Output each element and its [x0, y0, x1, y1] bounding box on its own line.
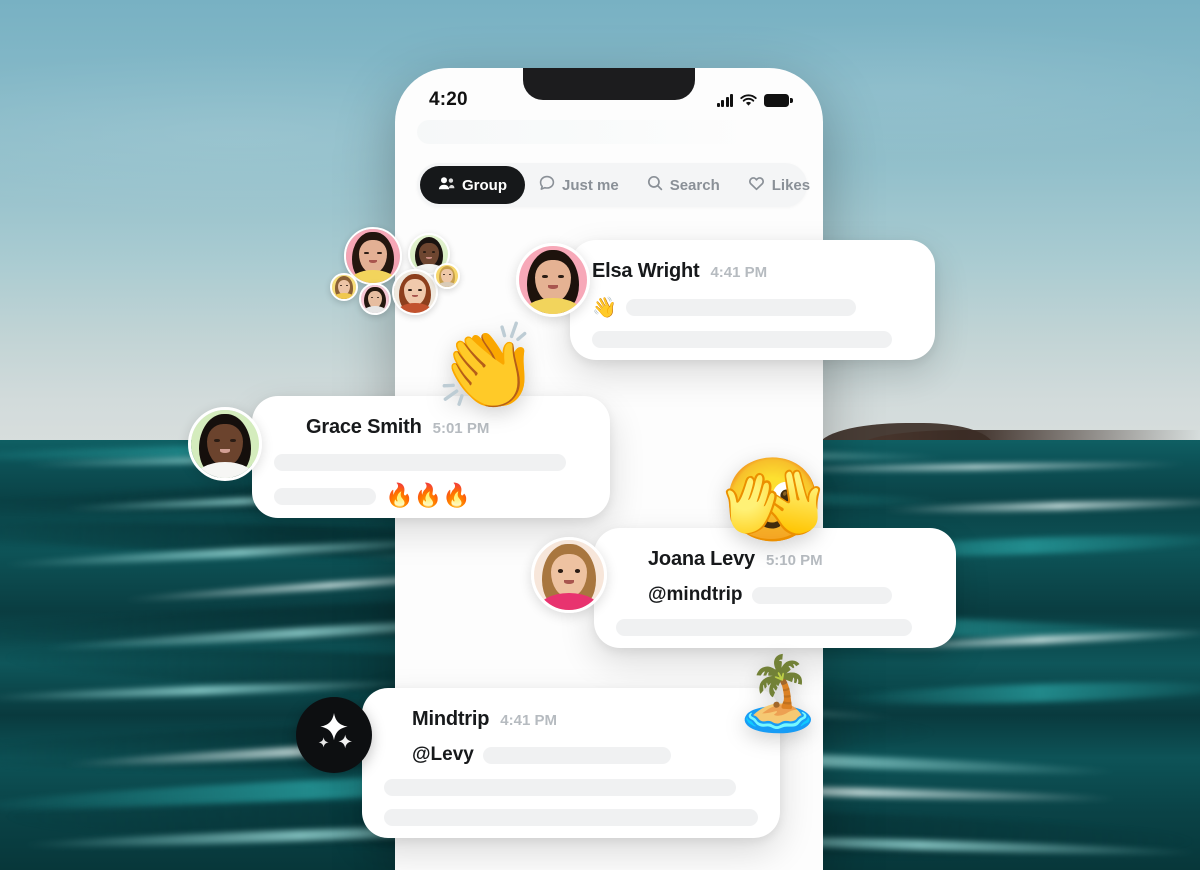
- message-line: 🔥🔥🔥: [274, 485, 588, 508]
- search-icon: [647, 175, 663, 195]
- status-bar: 4:20: [395, 86, 823, 114]
- message-card-elsa-wright[interactable]: Elsa Wright 4:41 PM 👋: [570, 240, 935, 360]
- message-line: [384, 779, 758, 796]
- mention-mindtrip[interactable]: @mindtrip: [648, 584, 743, 606]
- message-header: Joana Levy 5:10 PM: [616, 548, 934, 571]
- avatar-4[interactable]: [359, 283, 391, 315]
- wifi-icon: [740, 93, 757, 107]
- message-text-placeholder: [384, 809, 758, 826]
- avatar-elsa-wright[interactable]: [516, 243, 590, 317]
- message-timestamp: 5:10 PM: [765, 552, 823, 569]
- marketing-hero-screenshot: 4:20 Group Just me Search Likes Elsa Wri…: [0, 0, 1200, 870]
- tab-group-label: Group: [462, 176, 507, 194]
- avatar-6[interactable]: [434, 263, 460, 289]
- message-header: Elsa Wright 4:41 PM: [592, 260, 913, 283]
- tab-group[interactable]: Group: [420, 166, 525, 204]
- filter-tab-bar: Group Just me Search Likes: [417, 163, 810, 207]
- tab-just-me-label: Just me: [562, 176, 619, 194]
- message-line: [384, 809, 758, 826]
- desert-island-emoji: 🏝️: [733, 651, 823, 735]
- message-text-placeholder: [482, 746, 671, 764]
- message-text-placeholder: [625, 298, 856, 316]
- signal-icon: [716, 93, 733, 107]
- message-text-placeholder: [616, 619, 912, 636]
- message-timestamp: 5:01 PM: [432, 420, 490, 437]
- avatar-3[interactable]: [330, 273, 358, 301]
- avatar-grace-smith[interactable]: [188, 407, 262, 481]
- avatar-5[interactable]: [392, 269, 438, 315]
- fire-emoji: 🔥🔥🔥: [385, 483, 471, 509]
- message-header: Grace Smith 5:01 PM: [274, 416, 588, 439]
- message-author: Elsa Wright: [592, 260, 700, 282]
- clapping-hands-emoji: 👏: [435, 318, 540, 416]
- tab-likes[interactable]: Likes: [734, 166, 823, 204]
- battery-icon: [764, 93, 793, 107]
- message-card-mindtrip[interactable]: Mindtrip 4:41 PM @Levy: [362, 688, 780, 838]
- avatar-cluster: [330, 225, 460, 325]
- message-text-placeholder: [384, 779, 736, 796]
- status-bar-icons: [716, 93, 793, 107]
- message-text-placeholder: [274, 488, 376, 505]
- message-text-placeholder: [751, 586, 892, 604]
- sparkle-icon: [310, 709, 358, 762]
- message-timestamp: 4:41 PM: [500, 712, 557, 729]
- search-field-placeholder[interactable]: [417, 120, 747, 144]
- chat-bubble-icon: [539, 175, 555, 195]
- heart-icon: [748, 176, 765, 195]
- message-line: 👋: [592, 297, 913, 317]
- message-line: [274, 454, 588, 471]
- avatar-joana-levy[interactable]: [531, 537, 607, 613]
- tab-search-label: Search: [669, 176, 720, 194]
- message-author: Joana Levy: [648, 548, 755, 570]
- message-header: Mindtrip 4:41 PM: [384, 708, 758, 731]
- message-card-grace-smith[interactable]: Grace Smith 5:01 PM 🔥🔥🔥: [252, 396, 610, 518]
- message-line: [592, 331, 913, 348]
- message-text-placeholder: [592, 331, 892, 348]
- message-timestamp: 4:41 PM: [710, 264, 768, 281]
- status-bar-time: 4:20: [429, 89, 468, 110]
- tab-likes-label: Likes: [771, 176, 811, 194]
- mention-levy[interactable]: @Levy: [412, 744, 474, 766]
- message-author: Grace Smith: [306, 416, 422, 438]
- waving-hand-emoji: 👋: [592, 295, 617, 319]
- avatar-mindtrip[interactable]: [296, 697, 372, 773]
- message-text-placeholder: [274, 454, 566, 471]
- message-line: @mindtrip: [616, 584, 934, 606]
- message-line: [616, 619, 934, 636]
- people-icon: [438, 176, 455, 195]
- tab-just-me[interactable]: Just me: [525, 166, 633, 204]
- tab-search[interactable]: Search: [633, 166, 734, 204]
- message-line: @Levy: [384, 744, 758, 766]
- message-author: Mindtrip: [412, 708, 490, 730]
- face-with-peeking-eye-emoji: 🫣: [722, 453, 825, 548]
